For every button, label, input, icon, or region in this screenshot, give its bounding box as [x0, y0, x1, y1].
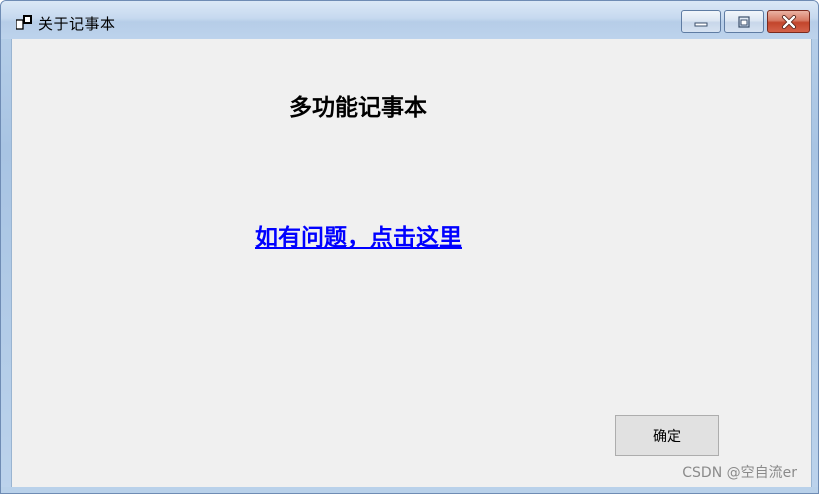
caption-buttons [681, 10, 810, 34]
close-button[interactable] [767, 10, 810, 33]
maximize-icon [738, 15, 750, 28]
help-link[interactable]: 如有问题，点击这里 [255, 218, 462, 252]
app-icon [16, 15, 32, 30]
dialog-client-area: 多功能记事本 如有问题，点击这里 确定 CSDN @空自流er [11, 39, 812, 489]
app-name-heading: 多功能记事本 [289, 95, 427, 121]
maximize-button[interactable] [724, 10, 764, 33]
window-bottom-border [1, 487, 818, 493]
ok-button[interactable]: 确定 [615, 415, 719, 456]
title-bar[interactable]: 关于记事本 [1, 1, 818, 39]
window-title: 关于记事本 [38, 15, 116, 33]
close-icon [781, 14, 796, 29]
minimize-button[interactable] [681, 10, 721, 33]
minimize-icon [694, 22, 708, 26]
watermark-text: CSDN @空自流er [682, 465, 797, 481]
about-dialog-window: 关于记事本 多功能记事本 如有问题，点击这里 确定 CSDN @空自流er [0, 0, 819, 494]
